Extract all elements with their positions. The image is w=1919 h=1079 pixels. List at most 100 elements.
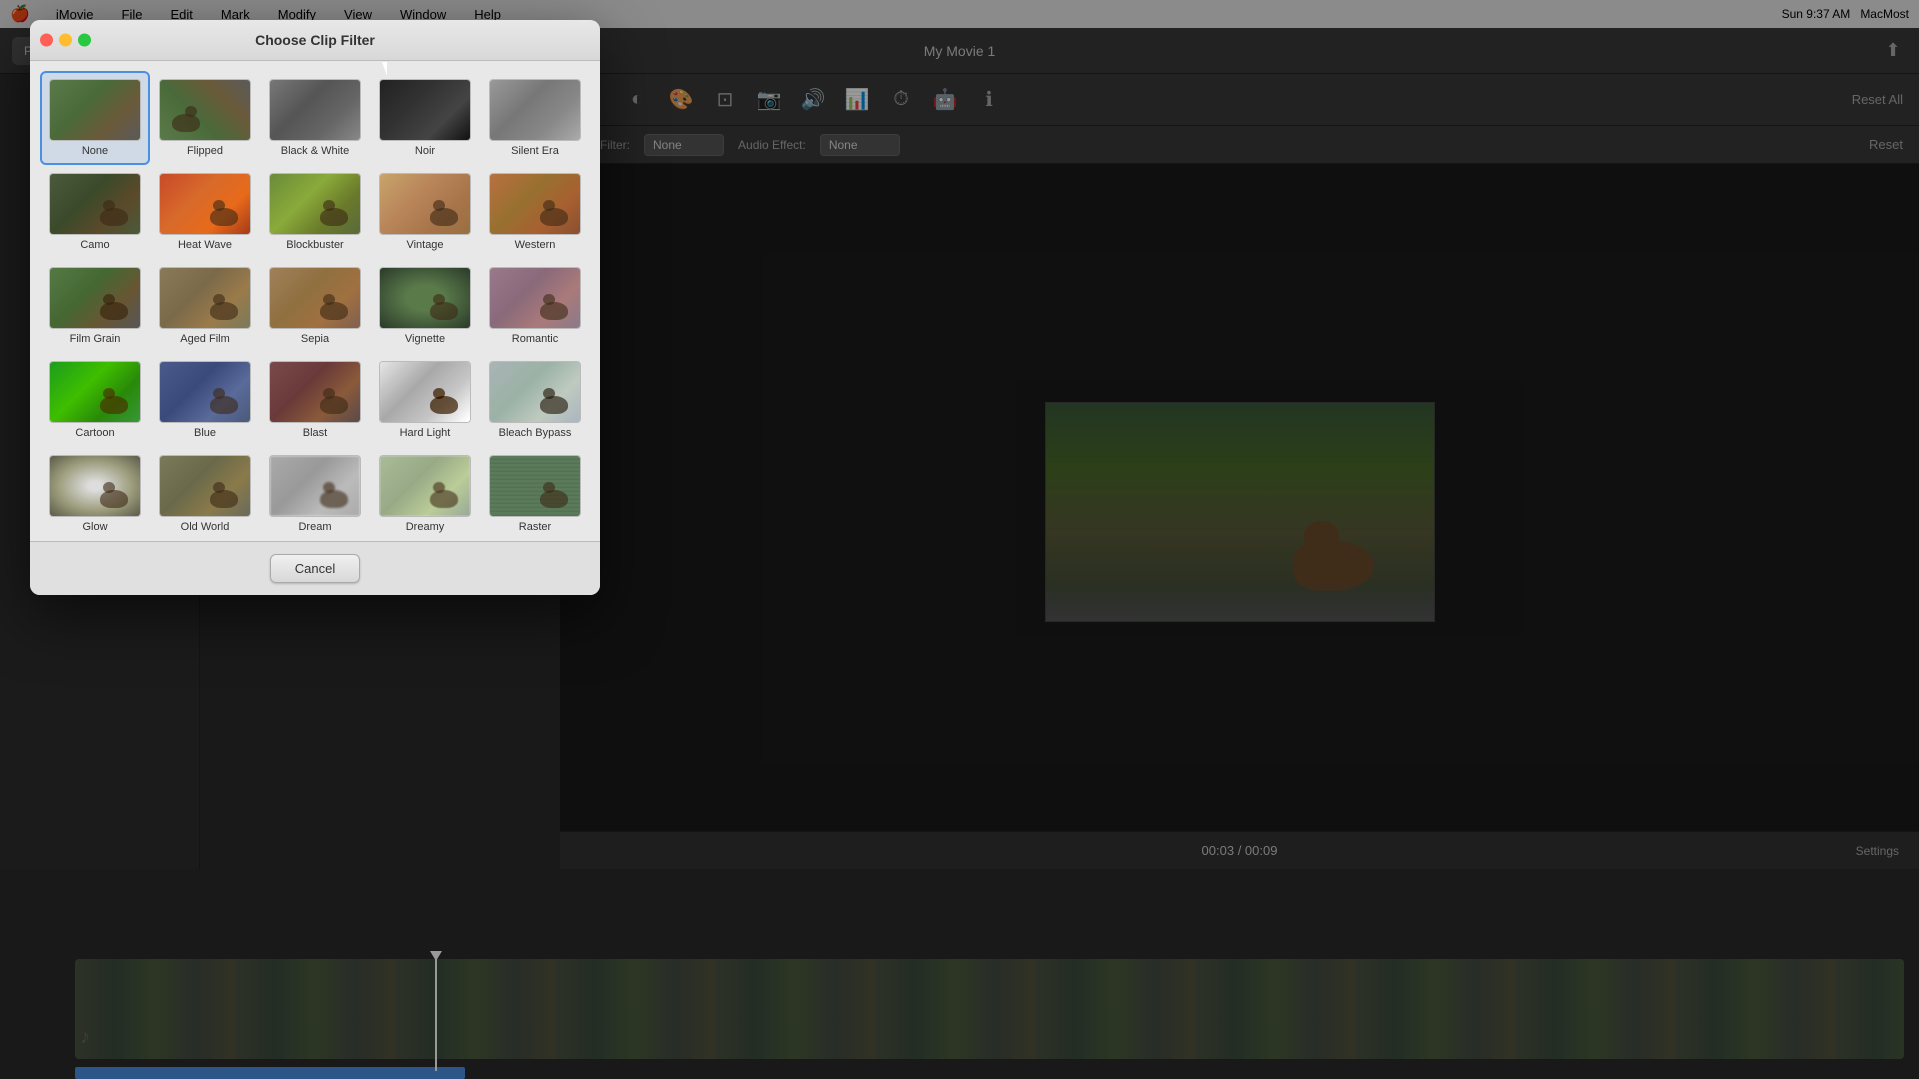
thumb-inner-silent — [490, 80, 580, 140]
filter-item-blue[interactable]: Blue — [150, 353, 260, 447]
filter-item-blast[interactable]: Blast — [260, 353, 370, 447]
filter-item-heatwave[interactable]: Heat Wave — [150, 165, 260, 259]
filter-name-dream: Dream — [298, 521, 331, 533]
thumb-bear-flipped — [172, 114, 200, 132]
dialog-title: Choose Clip Filter — [255, 32, 375, 48]
filter-thumb-dreamy — [379, 455, 471, 517]
thumb-bear-dream — [320, 490, 348, 508]
filter-name-flipped: Flipped — [187, 145, 223, 157]
filter-item-flipped[interactable]: Flipped — [150, 71, 260, 165]
filter-name-glow: Glow — [82, 521, 107, 533]
filter-item-agedfilm[interactable]: Aged Film — [150, 259, 260, 353]
filter-thumb-silent — [489, 79, 581, 141]
filter-dialog-header: Choose Clip Filter — [30, 20, 600, 61]
filter-name-noir: Noir — [415, 145, 435, 157]
filter-item-romantic[interactable]: Romantic — [480, 259, 590, 353]
thumb-bear-glow — [100, 490, 128, 508]
filter-item-western[interactable]: Western — [480, 165, 590, 259]
thumb-inner-agedfilm — [160, 268, 250, 328]
thumb-bear-blast — [320, 396, 348, 414]
thumb-bear-sepia — [320, 302, 348, 320]
thumb-bear-romantic — [540, 302, 568, 320]
filter-name-bw: Black & White — [281, 145, 349, 157]
filter-name-sepia: Sepia — [301, 333, 329, 345]
thumb-inner-romantic — [490, 268, 580, 328]
cancel-button[interactable]: Cancel — [270, 554, 360, 583]
filter-item-blockbuster[interactable]: Blockbuster — [260, 165, 370, 259]
filter-item-none[interactable]: None — [40, 71, 150, 165]
maximize-button[interactable] — [78, 34, 91, 47]
thumb-inner-blockbuster — [270, 174, 360, 234]
filter-item-glow[interactable]: Glow — [40, 447, 150, 541]
thumb-bear-dreamy — [430, 490, 458, 508]
traffic-lights — [40, 34, 91, 47]
filter-name-camo: Camo — [80, 239, 109, 251]
thumb-inner-vintage — [380, 174, 470, 234]
thumb-inner-oldworld — [160, 456, 250, 516]
filter-thumb-blockbuster — [269, 173, 361, 235]
filter-item-filmgrain[interactable]: Film Grain — [40, 259, 150, 353]
filter-item-bleach[interactable]: Bleach Bypass — [480, 353, 590, 447]
thumb-inner-bw — [270, 80, 360, 140]
filter-item-sepia[interactable]: Sepia — [260, 259, 370, 353]
thumb-inner-dreamy — [380, 456, 470, 516]
filter-item-raster[interactable]: Raster — [480, 447, 590, 541]
filter-name-blockbuster: Blockbuster — [286, 239, 343, 251]
filter-name-vignette: Vignette — [405, 333, 445, 345]
filter-thumb-blast — [269, 361, 361, 423]
filter-thumb-heatwave — [159, 173, 251, 235]
filter-thumb-cartoon — [49, 361, 141, 423]
filter-grid: None Flipped Black & White Noir Silent Era Ca… — [30, 61, 600, 541]
thumb-bear-vignette — [430, 302, 458, 320]
filter-item-oldworld[interactable]: Old World — [150, 447, 260, 541]
close-button[interactable] — [40, 34, 53, 47]
filter-item-dream[interactable]: Dream — [260, 447, 370, 541]
filter-thumb-raster — [489, 455, 581, 517]
filter-name-none: None — [82, 145, 108, 157]
filter-thumb-camo — [49, 173, 141, 235]
thumb-bear-filmgrain — [100, 302, 128, 320]
filter-thumb-sepia — [269, 267, 361, 329]
filter-name-raster: Raster — [519, 521, 551, 533]
filter-name-silent: Silent Era — [511, 145, 559, 157]
minimize-button[interactable] — [59, 34, 72, 47]
filter-thumb-vignette — [379, 267, 471, 329]
filter-thumb-agedfilm — [159, 267, 251, 329]
filter-dialog-footer: Cancel — [30, 541, 600, 595]
thumb-bear-raster — [540, 490, 568, 508]
filter-thumb-filmgrain — [49, 267, 141, 329]
thumb-bear-blockbuster — [320, 208, 348, 226]
filter-name-agedfilm: Aged Film — [180, 333, 230, 345]
thumb-inner-blue — [160, 362, 250, 422]
thumb-inner-noir — [380, 80, 470, 140]
thumb-inner-filmgrain — [50, 268, 140, 328]
filter-item-silent[interactable]: Silent Era — [480, 71, 590, 165]
thumb-inner-western — [490, 174, 580, 234]
filter-item-vignette[interactable]: Vignette — [370, 259, 480, 353]
thumb-inner-sepia — [270, 268, 360, 328]
filter-item-noir[interactable]: Noir — [370, 71, 480, 165]
filter-item-vintage[interactable]: Vintage — [370, 165, 480, 259]
thumb-inner-vignette — [380, 268, 470, 328]
thumb-inner-flipped — [160, 80, 250, 140]
filter-item-hardlight[interactable]: Hard Light — [370, 353, 480, 447]
filter-item-cartoon[interactable]: Cartoon — [40, 353, 150, 447]
thumb-bear-camo — [100, 208, 128, 226]
filter-name-cartoon: Cartoon — [75, 427, 114, 439]
modal-overlay: Choose Clip Filter None Flipped Black & Wh… — [0, 0, 1919, 1079]
filter-item-bw[interactable]: Black & White — [260, 71, 370, 165]
filter-name-western: Western — [515, 239, 556, 251]
thumb-bear-western — [540, 208, 568, 226]
thumb-inner-none — [50, 80, 140, 140]
filter-thumb-noir — [379, 79, 471, 141]
filter-name-vintage: Vintage — [406, 239, 443, 251]
filter-item-camo[interactable]: Camo — [40, 165, 150, 259]
thumb-bear-vintage — [430, 208, 458, 226]
thumb-inner-blast — [270, 362, 360, 422]
filter-item-dreamy[interactable]: Dreamy — [370, 447, 480, 541]
filter-thumb-bw — [269, 79, 361, 141]
filter-dialog: Choose Clip Filter None Flipped Black & Wh… — [30, 20, 600, 595]
thumb-bear-hardlight — [430, 396, 458, 414]
filter-thumb-vintage — [379, 173, 471, 235]
filter-name-heatwave: Heat Wave — [178, 239, 232, 251]
